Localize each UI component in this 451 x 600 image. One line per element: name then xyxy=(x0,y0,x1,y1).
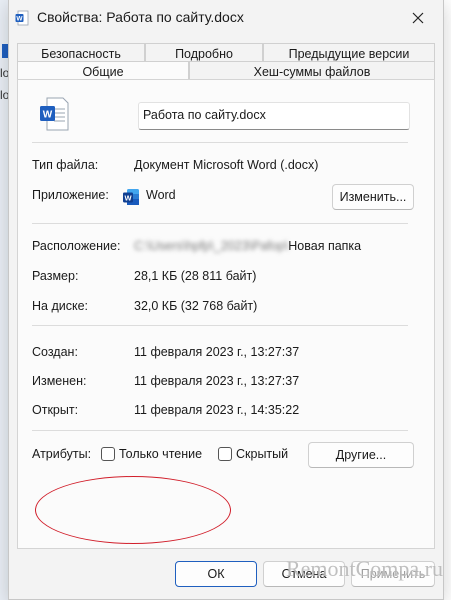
annotation-oval xyxy=(35,476,231,544)
tab-security[interactable]: Безопасность xyxy=(17,43,145,63)
tab-details[interactable]: Подробно xyxy=(145,43,263,63)
change-app-button[interactable]: Изменить... xyxy=(332,184,414,210)
location-folder: Новая папка xyxy=(288,239,362,253)
on-disk-value: 32,0 КБ (32 768 байт) xyxy=(134,299,258,313)
size-value: 28,1 КБ (28 811 байт) xyxy=(134,269,257,283)
file-type-value: Документ Microsoft Word (.docx) xyxy=(134,158,319,172)
hidden-label[interactable]: Скрытый xyxy=(236,447,288,461)
attributes-label: Атрибуты: xyxy=(32,447,92,461)
location-value: C:\Users\hpfp\_2023\Pafoр\Новая папка xyxy=(134,239,361,253)
general-tab-panel: W Работа по сайту.docx Тип файла: Докуме… xyxy=(17,79,435,549)
created-value: 11 февраля 2023 г., 13:27:37 xyxy=(134,345,300,359)
watermark-text: RemontCompa.ru xyxy=(285,556,443,581)
tab-general[interactable]: Общие xyxy=(17,61,189,80)
application-label: Приложение: xyxy=(32,188,109,202)
separator xyxy=(32,430,408,431)
application-value: Word xyxy=(146,188,176,202)
svg-text:W: W xyxy=(124,193,132,202)
window-title: Свойства: Работа по сайту.docx xyxy=(37,9,244,25)
modified-value: 11 февраля 2023 г., 13:27:37 xyxy=(134,374,300,388)
ok-button[interactable]: ОК xyxy=(175,561,257,587)
tab-row-front: Общие Хеш-суммы файлов xyxy=(17,61,435,81)
file-type-label: Тип файла: xyxy=(32,158,99,172)
svg-text:W: W xyxy=(16,16,23,23)
close-button[interactable] xyxy=(401,4,435,32)
separator xyxy=(32,325,408,326)
tab-previous-versions[interactable]: Предыдущие версии xyxy=(263,43,435,63)
size-label: Размер: xyxy=(32,269,79,283)
location-label: Расположение: xyxy=(32,239,121,253)
title-bar: W Свойства: Работа по сайту.docx xyxy=(9,0,443,36)
separator xyxy=(32,223,408,224)
file-name-input[interactable]: Работа по сайту.docx xyxy=(138,102,410,130)
tab-file-hashes[interactable]: Хеш-суммы файлов xyxy=(189,61,435,81)
readonly-label[interactable]: Только чтение xyxy=(119,447,202,461)
opened-value: 11 февраля 2023 г., 14:35:22 xyxy=(134,403,300,417)
modified-label: Изменен: xyxy=(32,374,87,388)
on-disk-label: На диске: xyxy=(32,299,89,313)
created-label: Создан: xyxy=(32,345,78,359)
svg-text:W: W xyxy=(43,110,53,121)
separator xyxy=(32,142,408,143)
opened-label: Открыт: xyxy=(32,403,79,417)
tab-row-back: Безопасность Подробно Предыдущие версии xyxy=(17,43,435,63)
readonly-checkbox[interactable] xyxy=(101,447,115,461)
location-path-blurred: C:\Users\hpfp\_2023\Pafoр\ xyxy=(134,239,289,253)
other-attributes-button[interactable]: Другие... xyxy=(308,442,414,468)
properties-dialog: W Свойства: Работа по сайту.docx Безопас… xyxy=(8,0,444,600)
close-icon xyxy=(412,12,424,24)
hidden-checkbox[interactable] xyxy=(218,447,232,461)
word-file-icon: W xyxy=(40,97,69,131)
word-app-icon: W xyxy=(123,189,139,205)
word-document-icon: W xyxy=(15,10,29,26)
